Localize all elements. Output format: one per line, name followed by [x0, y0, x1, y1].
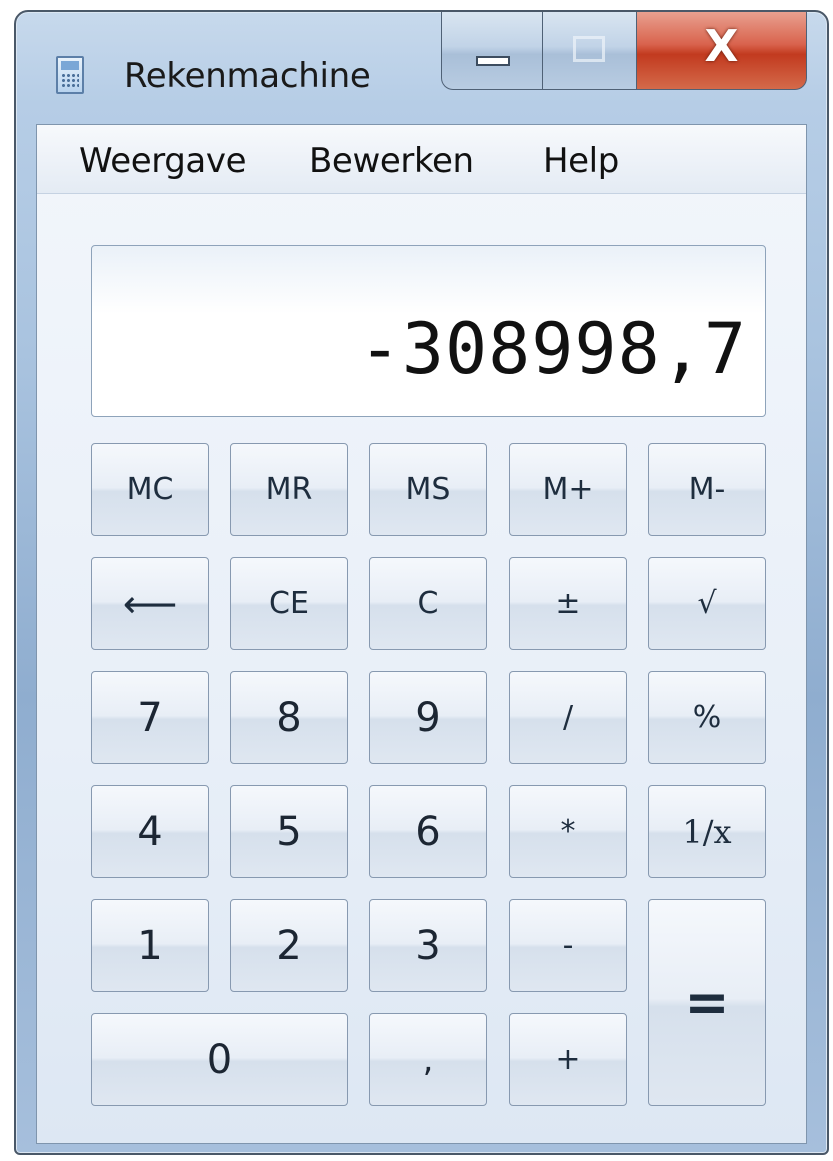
digit-1-button[interactable]: 1	[91, 899, 209, 992]
c-button[interactable]: C	[369, 557, 487, 650]
menu-bewerken[interactable]: Bewerken	[309, 141, 474, 181]
menu-help[interactable]: Help	[543, 141, 619, 181]
digit-9-button[interactable]: 9	[369, 671, 487, 764]
ms-button[interactable]: MS	[369, 443, 487, 536]
calculator-body: Weergave Bewerken Help -308998,7 MC MR M…	[36, 124, 807, 1144]
digit-3-button[interactable]: 3	[369, 899, 487, 992]
minimize-button[interactable]	[441, 12, 543, 90]
m-minus-button[interactable]: M-	[648, 443, 766, 536]
menu-bar: Weergave Bewerken Help	[37, 125, 806, 194]
digit-5-button[interactable]: 5	[230, 785, 348, 878]
maximize-icon	[573, 36, 605, 62]
maximize-button	[543, 12, 637, 90]
close-button[interactable]: X	[637, 12, 807, 90]
multiply-button[interactable]: *	[509, 785, 627, 878]
backspace-button[interactable]: ⟵	[91, 557, 209, 650]
digit-4-button[interactable]: 4	[91, 785, 209, 878]
window-title: Rekenmachine	[124, 56, 371, 96]
digit-8-button[interactable]: 8	[230, 671, 348, 764]
decimal-button[interactable]: ,	[369, 1013, 487, 1106]
close-icon: X	[704, 21, 739, 72]
subtract-button[interactable]: -	[509, 899, 627, 992]
menu-weergave[interactable]: Weergave	[79, 141, 247, 181]
m-plus-button[interactable]: M+	[509, 443, 627, 536]
sqrt-button[interactable]: √	[648, 557, 766, 650]
mc-button[interactable]: MC	[91, 443, 209, 536]
calculator-window: Rekenmachine X Weergave Bewerken Help -3…	[14, 10, 829, 1155]
display-value: -308998,7	[358, 308, 747, 390]
title-bar[interactable]: Rekenmachine X	[16, 12, 827, 122]
digit-2-button[interactable]: 2	[230, 899, 348, 992]
percent-button[interactable]: %	[648, 671, 766, 764]
result-display: -308998,7	[91, 245, 766, 417]
mr-button[interactable]: MR	[230, 443, 348, 536]
calculator-icon[interactable]	[56, 56, 84, 94]
add-button[interactable]: +	[509, 1013, 627, 1106]
ce-button[interactable]: CE	[230, 557, 348, 650]
digit-6-button[interactable]: 6	[369, 785, 487, 878]
minimize-icon	[476, 56, 510, 66]
divide-button[interactable]: /	[509, 671, 627, 764]
equals-button[interactable]: =	[648, 899, 766, 1106]
plus-minus-button[interactable]: ±	[509, 557, 627, 650]
window-controls: X	[441, 12, 807, 96]
reciprocal-button[interactable]: 1/x	[648, 785, 766, 878]
digit-7-button[interactable]: 7	[91, 671, 209, 764]
digit-0-button[interactable]: 0	[91, 1013, 348, 1106]
